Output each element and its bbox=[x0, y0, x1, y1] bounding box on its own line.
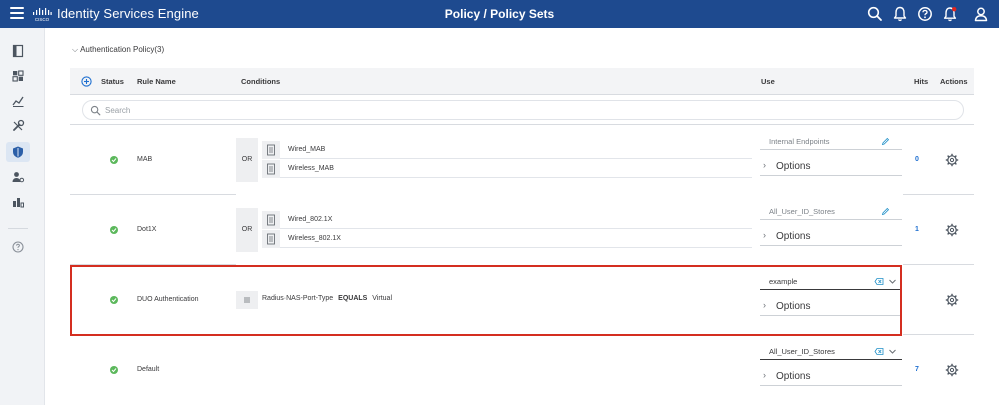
hits-count[interactable]: 0 bbox=[915, 156, 919, 163]
search-row bbox=[70, 95, 974, 125]
gear-icon[interactable] bbox=[945, 223, 959, 237]
condition-name: Wireless_802.1X bbox=[288, 235, 341, 242]
chevron-right-icon: › bbox=[763, 230, 766, 240]
condition-item[interactable]: Wired_MAB bbox=[262, 141, 752, 159]
chevron-right-icon: › bbox=[763, 370, 766, 380]
condition-operator: OR bbox=[236, 138, 258, 182]
context-visibility-icon[interactable] bbox=[11, 94, 25, 108]
chevron-down-icon[interactable] bbox=[888, 347, 897, 356]
options-expander[interactable]: › Options bbox=[760, 368, 902, 386]
identity-source-select[interactable]: All_User_ID_Stores bbox=[760, 342, 902, 360]
administration-icon[interactable] bbox=[11, 170, 25, 184]
identity-source-select[interactable]: Internal Endpoints bbox=[760, 132, 902, 150]
top-bar: CISCO Identity Services Engine Policy / … bbox=[0, 0, 999, 28]
dashboard-icon[interactable] bbox=[11, 69, 25, 83]
use-column: All_User_ID_Stores › Options bbox=[760, 198, 972, 268]
add-rule-icon[interactable] bbox=[81, 76, 92, 87]
search-box bbox=[82, 100, 964, 120]
options-label: Options bbox=[776, 371, 811, 382]
condition-item[interactable]: Wireless_MAB bbox=[262, 160, 752, 178]
condition-item[interactable]: Wired_802.1X bbox=[262, 211, 752, 229]
search-icon[interactable] bbox=[866, 5, 884, 23]
edit-pencil-icon[interactable] bbox=[881, 137, 890, 146]
bell-icon[interactable] bbox=[891, 5, 909, 23]
condition-name: Wired_MAB bbox=[288, 146, 326, 153]
edit-pencil-icon[interactable] bbox=[881, 207, 890, 216]
menu-icon[interactable] bbox=[10, 7, 24, 21]
table-row: Dot1X OR Wired_802.1X Wireless_802.1X Al… bbox=[70, 195, 974, 265]
identity-source-value: All_User_ID_Stores bbox=[769, 347, 835, 356]
condition-library-icon bbox=[262, 230, 280, 248]
options-expander[interactable]: › Options bbox=[760, 158, 902, 176]
gear-icon[interactable] bbox=[945, 293, 959, 307]
condition-library-icon bbox=[262, 160, 280, 178]
user-icon[interactable] bbox=[972, 5, 990, 23]
gear-icon[interactable] bbox=[945, 363, 959, 377]
bookmark-icon[interactable] bbox=[11, 44, 25, 58]
use-column: Internal Endpoints › Options bbox=[760, 128, 972, 198]
help-icon[interactable] bbox=[916, 5, 934, 23]
column-hits[interactable]: Hits bbox=[914, 77, 928, 86]
condition-item[interactable]: Wireless_802.1X bbox=[262, 230, 752, 248]
nav-separator bbox=[8, 228, 28, 229]
condition-library-icon bbox=[262, 211, 280, 229]
search-icon bbox=[90, 105, 101, 116]
column-rule-name[interactable]: Rule Name bbox=[137, 77, 176, 86]
table-row: Default All_User_ID_Stores › Options 7 bbox=[70, 335, 974, 405]
identity-source-value: All_User_ID_Stores bbox=[769, 207, 835, 216]
clear-icon[interactable] bbox=[874, 347, 884, 356]
policy-shield-icon[interactable] bbox=[11, 145, 25, 159]
column-status[interactable]: Status bbox=[101, 77, 124, 86]
options-expander[interactable]: › Options bbox=[760, 228, 902, 246]
conditions[interactable]: Wired_802.1X Wireless_802.1X bbox=[262, 211, 752, 255]
authentication-policy-toggle[interactable]: ⌵ Authentication Policy(3) bbox=[72, 45, 164, 55]
tools-icon[interactable] bbox=[11, 119, 25, 133]
search-input[interactable] bbox=[105, 103, 945, 118]
options-label: Options bbox=[776, 231, 811, 242]
condition-library-icon bbox=[262, 141, 280, 159]
notification-icon[interactable] bbox=[941, 5, 959, 23]
status-enabled-icon[interactable] bbox=[110, 226, 118, 234]
conditions[interactable]: Wired_MAB Wireless_MAB bbox=[262, 141, 752, 185]
work-centers-icon[interactable] bbox=[11, 195, 25, 209]
app-title: Identity Services Engine bbox=[57, 6, 199, 21]
highlight-box bbox=[70, 265, 902, 336]
help-circle-icon[interactable] bbox=[11, 240, 25, 254]
identity-source-value: Internal Endpoints bbox=[769, 137, 830, 146]
rule-name[interactable]: MAB bbox=[137, 156, 152, 163]
section-title: Authentication Policy(3) bbox=[80, 45, 165, 54]
left-nav bbox=[0, 28, 45, 405]
column-conditions[interactable]: Conditions bbox=[241, 77, 280, 86]
status-enabled-icon[interactable] bbox=[110, 156, 118, 164]
use-column: All_User_ID_Stores › Options bbox=[760, 338, 972, 405]
condition-name: Wired_802.1X bbox=[288, 216, 333, 223]
column-actions[interactable]: Actions bbox=[940, 77, 968, 86]
hits-count[interactable]: 7 bbox=[915, 366, 919, 373]
identity-source-select[interactable]: All_User_ID_Stores bbox=[760, 202, 902, 220]
chevron-right-icon: › bbox=[763, 160, 766, 170]
rule-name[interactable]: Dot1X bbox=[137, 226, 156, 233]
cisco-logo: CISCO bbox=[33, 8, 52, 22]
rule-name[interactable]: Default bbox=[137, 366, 159, 373]
gear-icon[interactable] bbox=[945, 153, 959, 167]
options-label: Options bbox=[776, 161, 811, 172]
chevron-down-icon: ⌵ bbox=[72, 45, 79, 54]
hits-count[interactable]: 1 bbox=[915, 226, 919, 233]
svg-text:CISCO: CISCO bbox=[35, 17, 50, 22]
condition-name: Wireless_MAB bbox=[288, 165, 334, 172]
condition-operator: OR bbox=[236, 208, 258, 252]
status-enabled-icon[interactable] bbox=[110, 366, 118, 374]
table-header: Status Rule Name Conditions Use Hits Act… bbox=[70, 68, 974, 95]
table-row: MAB OR Wired_MAB Wireless_MAB Internal E… bbox=[70, 125, 974, 195]
column-use[interactable]: Use bbox=[761, 77, 775, 86]
